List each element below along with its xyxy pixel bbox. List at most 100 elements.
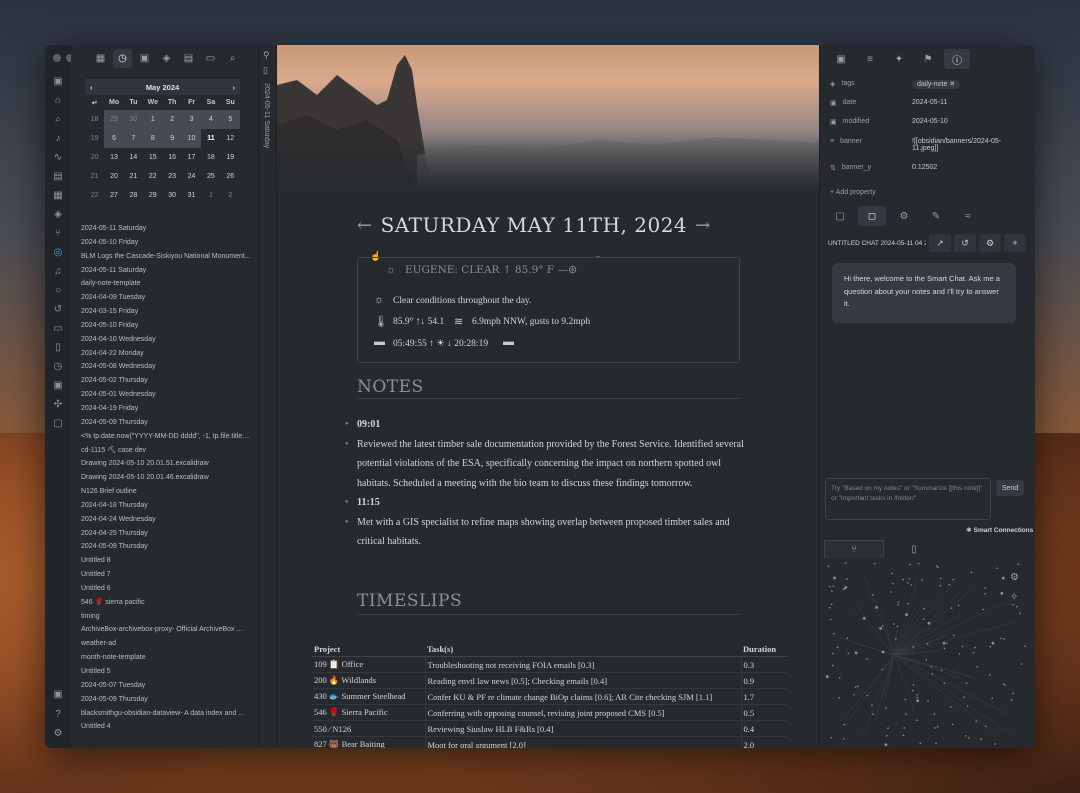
graph-node[interactable] xyxy=(881,668,884,671)
graph-node[interactable] xyxy=(912,684,915,686)
graph-node[interactable] xyxy=(873,562,876,565)
local-graph[interactable]: ⚙ ✧ xyxy=(824,560,1032,748)
property-value[interactable]: ![[obsidian/banners/2024-05-11.jpeg]] xyxy=(912,138,1022,152)
graph-node[interactable] xyxy=(966,705,969,708)
graph-node[interactable] xyxy=(925,659,928,661)
graph-node[interactable] xyxy=(830,618,832,621)
home-icon[interactable]: ⌂ xyxy=(52,95,64,107)
graph-node[interactable] xyxy=(892,582,894,585)
graph-node[interactable] xyxy=(926,643,929,645)
graph-node[interactable] xyxy=(930,665,933,668)
graph-node[interactable] xyxy=(916,694,918,696)
graph-node[interactable] xyxy=(950,607,953,609)
graph-node[interactable] xyxy=(952,634,955,636)
graph-node[interactable] xyxy=(965,682,968,684)
calendar-day[interactable]: 31 xyxy=(182,186,201,205)
recent-file-item[interactable]: 2024-05-08 Wednesday xyxy=(81,360,251,374)
smart-chat-icon[interactable]: ◻ xyxy=(858,206,886,226)
graph-node[interactable] xyxy=(991,697,994,700)
graph-node[interactable] xyxy=(916,719,918,722)
pin-icon[interactable]: ⚲ xyxy=(263,50,270,61)
calendar-day[interactable]: 20 xyxy=(104,167,123,186)
calendar-day[interactable]: 2 xyxy=(221,186,240,205)
recent-file-item[interactable]: 2024-05-10 Friday xyxy=(81,319,251,333)
graph-node[interactable] xyxy=(830,603,833,606)
graph-node[interactable] xyxy=(912,646,915,648)
calendar-day[interactable]: 5 xyxy=(220,110,240,129)
graph-node[interactable] xyxy=(832,664,834,667)
chat-icon[interactable]: ○ xyxy=(52,285,64,297)
calendar-day[interactable]: 27 xyxy=(104,186,123,205)
recent-file-item[interactable]: N126 Brief outline xyxy=(81,485,251,499)
calendar-day[interactable]: 28 xyxy=(124,186,143,205)
outline-icon[interactable]: ≡ xyxy=(857,49,883,69)
graph-node[interactable] xyxy=(875,605,878,609)
graph-node[interactable] xyxy=(1024,645,1026,647)
graph-node[interactable] xyxy=(936,565,938,567)
graph-node[interactable] xyxy=(946,642,948,644)
graph-node[interactable] xyxy=(1019,612,1021,615)
comment-icon[interactable]: ▢ xyxy=(52,418,64,430)
calendar-day[interactable]: 22 xyxy=(143,167,162,186)
graph-node[interactable] xyxy=(838,697,840,699)
graph-node[interactable] xyxy=(830,736,833,739)
graph-node[interactable] xyxy=(916,699,920,703)
calendar-day[interactable]: 6 xyxy=(104,129,124,148)
graph-node[interactable] xyxy=(933,713,936,715)
graph-node[interactable] xyxy=(827,565,830,568)
graph-node[interactable] xyxy=(846,578,848,580)
property-value[interactable]: 2024-05-11 xyxy=(912,99,1022,107)
graph-panel-icon[interactable]: ✦ xyxy=(886,49,912,69)
graph-node[interactable] xyxy=(844,562,847,564)
graph-node[interactable] xyxy=(828,606,831,609)
table-icon[interactable]: ▦ xyxy=(52,190,64,202)
calendar-day[interactable]: 7 xyxy=(123,129,144,148)
graph-node[interactable] xyxy=(881,650,885,654)
graph-node[interactable] xyxy=(996,567,999,570)
graph-node[interactable] xyxy=(1010,699,1013,702)
graph-node[interactable] xyxy=(911,689,914,692)
recent-file-item[interactable]: 2024-04-19 Friday xyxy=(81,402,251,416)
graph-node[interactable] xyxy=(957,604,960,607)
calendar-day[interactable]: 17 xyxy=(182,148,201,167)
chat-name[interactable]: UNTITLED CHAT 2024-05-11 04 2 xyxy=(824,240,926,247)
graph-node[interactable] xyxy=(854,686,857,688)
property-row-modified[interactable]: ▣ modified 2024-05-10 xyxy=(830,118,1022,126)
graph-node[interactable] xyxy=(943,682,946,685)
calendar-day[interactable]: 21 xyxy=(124,167,143,186)
graph-node[interactable] xyxy=(866,694,869,697)
recent-file-item[interactable]: ArchiveBox-archivebox-proxy- Official Ar… xyxy=(81,623,251,637)
recent-file-item[interactable]: timing xyxy=(81,610,251,624)
recent-file-item[interactable]: 2024-05-09 Thursday xyxy=(81,540,251,554)
graph-node[interactable] xyxy=(895,638,897,640)
graph-node[interactable] xyxy=(891,572,893,575)
graph-node[interactable] xyxy=(950,706,952,708)
graph-node[interactable] xyxy=(905,713,907,715)
graph-node[interactable] xyxy=(984,593,986,595)
next-month-icon[interactable]: › xyxy=(232,83,235,92)
layout-grid-icon[interactable]: ▦ xyxy=(91,49,110,68)
calendar-day[interactable]: 15 xyxy=(143,148,162,167)
graph-node[interactable] xyxy=(903,727,906,729)
graph-node[interactable] xyxy=(882,624,884,627)
prev-day-arrow[interactable]: ← xyxy=(357,215,373,236)
new-chat-icon[interactable]: + xyxy=(1004,234,1026,252)
recent-file-item[interactable]: Untitled 5 xyxy=(81,665,251,679)
graph-node[interactable] xyxy=(931,673,934,675)
puzzle-icon[interactable]: ✣ xyxy=(52,399,64,411)
sync-icon[interactable]: ◎ xyxy=(52,247,64,259)
graph-canvas[interactable] xyxy=(824,560,1032,748)
chat-input[interactable]: Try "Based on my notes" or "Summarize [[… xyxy=(825,478,991,520)
calendar-day[interactable]: 19 xyxy=(221,148,240,167)
graph-node[interactable] xyxy=(833,576,836,580)
archive-icon[interactable]: ▤ xyxy=(179,49,198,68)
vault-icon[interactable]: ▣ xyxy=(52,689,64,701)
graph-node[interactable] xyxy=(942,641,946,645)
calendar-panel-icon[interactable]: ▣ xyxy=(828,49,854,69)
recent-clock-icon[interactable]: ◷ xyxy=(113,49,132,68)
property-row-date[interactable]: ▣ date 2024-05-11 xyxy=(830,99,1022,107)
graph-node[interactable] xyxy=(963,696,965,698)
graph-node[interactable] xyxy=(897,601,900,603)
graph-node[interactable] xyxy=(897,604,899,606)
graph-node[interactable] xyxy=(843,723,846,726)
